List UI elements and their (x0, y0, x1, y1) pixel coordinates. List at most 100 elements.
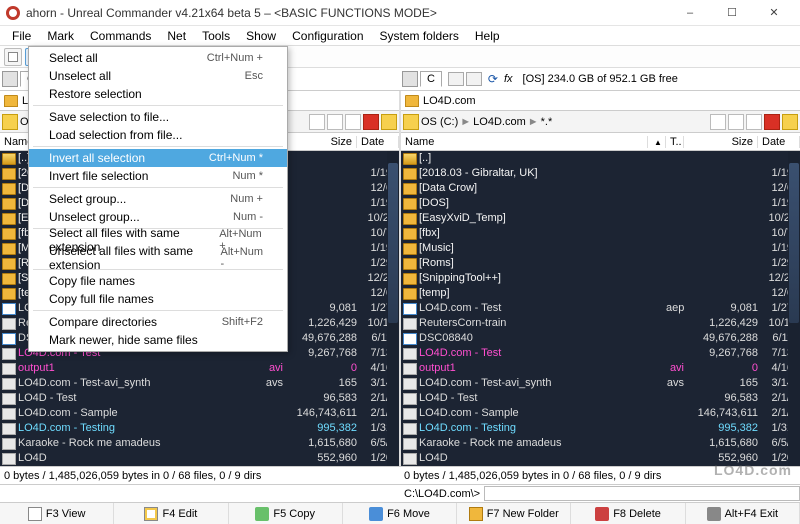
menu-item-unselect-all-files-with-same-extension[interactable]: Unselect all files with same extensionAl… (29, 249, 287, 267)
menu-item-unselect-group-[interactable]: Unselect group...Num - (29, 208, 287, 226)
file-row[interactable]: [DOS]1/19/ (401, 196, 800, 211)
file-row[interactable]: DSC0884049,676,2886/11/ (401, 331, 800, 346)
file-row[interactable]: LO4D.com - Test-avi_synthavs1653/14/ (0, 376, 399, 391)
col-date[interactable]: Date (357, 136, 399, 148)
file-row[interactable]: ReutersCorn-train1,226,42910/18 (401, 316, 800, 331)
file-row[interactable]: LO4D.com - Sample146,743,6112/1/2 (401, 406, 800, 421)
col-date[interactable]: Date (758, 136, 800, 148)
file-row[interactable]: LO4D - Test96,5832/1/2 (401, 391, 800, 406)
menu-item-load-selection-from-file-[interactable]: Load selection from file... (29, 126, 287, 144)
folder-tab[interactable]: LO4D.com (401, 91, 800, 111)
file-row[interactable]: [Roms]1/29/ (401, 256, 800, 271)
col-size[interactable]: Size (283, 136, 357, 148)
file-row[interactable]: [SnippingTool++]12/23 (401, 271, 800, 286)
fkey-new[interactable]: F7 New Folder (457, 503, 571, 524)
file-row[interactable]: output1avi04/16/ (0, 361, 399, 376)
scroll-thumb[interactable] (388, 163, 398, 323)
file-row[interactable]: LO4D552,9601/20/ (0, 451, 399, 466)
file-row[interactable]: LO4D.com - Test9,267,7687/13/ (401, 346, 800, 361)
drive-icon[interactable] (402, 71, 418, 87)
close-button[interactable]: ✕ (754, 3, 794, 23)
file-row[interactable]: LO4D - Test96,5832/1/2 (0, 391, 399, 406)
fkey-copy[interactable]: F5 Copy (229, 503, 343, 524)
drive-tab-c[interactable]: C (420, 71, 442, 87)
menu-item-copy-full-file-names[interactable]: Copy full file names (29, 290, 287, 308)
menu-help[interactable]: Help (467, 27, 508, 45)
file-row[interactable]: [fbx]10/7/ (401, 226, 800, 241)
pane-button[interactable] (782, 114, 798, 130)
file-row[interactable]: LO4D.com - Testing995,3821/31/ (401, 421, 800, 436)
pane-button[interactable] (363, 114, 379, 130)
file-row[interactable]: [Data Crow]12/6/ (401, 181, 800, 196)
toolbar-icon[interactable] (466, 72, 482, 86)
file-row[interactable]: LO4D.com - Test-avi_synthavs1653/14/ (401, 376, 800, 391)
scrollbar[interactable] (788, 151, 800, 466)
pane-button[interactable] (309, 114, 325, 130)
file-row[interactable]: [EasyXviD_Temp]10/27 (401, 211, 800, 226)
pane-button[interactable] (764, 114, 780, 130)
menu-item-save-selection-to-file-[interactable]: Save selection to file... (29, 108, 287, 126)
menu-mark[interactable]: Mark (39, 27, 82, 45)
pane-button[interactable] (746, 114, 762, 130)
col-size[interactable]: Size (684, 136, 758, 148)
col-type[interactable]: ▲ (648, 136, 666, 148)
crumb[interactable]: OS (C:) (421, 116, 458, 128)
col-t[interactable]: T.. (666, 136, 684, 148)
file-row[interactable]: [Music]1/19/ (401, 241, 800, 256)
fkey-del[interactable]: F8 Delete (571, 503, 685, 524)
scroll-thumb[interactable] (789, 163, 799, 323)
cmd-input[interactable] (484, 486, 800, 501)
breadcrumb[interactable]: OS (C:) ► LO4D.com ► *.* (421, 116, 708, 128)
file-row[interactable]: Karaoke - Rock me amadeus1,615,6806/5/2 (401, 436, 800, 451)
refresh-icon[interactable]: ⟳ (486, 72, 500, 86)
menu-net[interactable]: Net (159, 27, 194, 45)
file-row[interactable]: [..] (401, 151, 800, 166)
menu-show[interactable]: Show (238, 27, 284, 45)
crumb[interactable]: LO4D.com (473, 116, 526, 128)
toolbar-icon[interactable] (448, 72, 464, 86)
file-row[interactable]: [temp]12/6/ (401, 286, 800, 301)
menu-item-invert-file-selection[interactable]: Invert file selectionNum * (29, 167, 287, 185)
menu-system-folders[interactable]: System folders (372, 27, 467, 45)
menu-commands[interactable]: Commands (82, 27, 159, 45)
file-row[interactable]: LO4D.com - Testaep9,0811/27/ (401, 301, 800, 316)
fkey-view[interactable]: F3 View (0, 503, 114, 524)
minimize-button[interactable]: – (670, 3, 710, 23)
menu-item-copy-file-names[interactable]: Copy file names (29, 272, 287, 290)
col-name[interactable]: Name (401, 136, 648, 148)
file-list-right[interactable]: [..][2018.03 - Gibraltar, UK]1/19/[Data … (401, 151, 800, 466)
maximize-button[interactable]: ☐ (712, 3, 752, 23)
menu-item-mark-newer-hide-same-files[interactable]: Mark newer, hide same files (29, 331, 287, 349)
menu-item-restore-selection[interactable]: Restore selection (29, 85, 287, 103)
pane-button[interactable] (327, 114, 343, 130)
pane-button[interactable] (345, 114, 361, 130)
toolbar-button[interactable] (4, 48, 22, 66)
scrollbar[interactable] (387, 151, 399, 466)
pane-button[interactable] (381, 114, 397, 130)
file-row[interactable]: LO4D.com - Testing995,3821/31/ (0, 421, 399, 436)
menu-item-compare-directories[interactable]: Compare directoriesShift+F2 (29, 313, 287, 331)
menu-file[interactable]: File (4, 27, 39, 45)
menu-item-unselect-all[interactable]: Unselect allEsc (29, 67, 287, 85)
pane-button[interactable] (728, 114, 744, 130)
list-header[interactable]: Name ▲ T.. Size Date (401, 133, 800, 151)
menu-tools[interactable]: Tools (194, 27, 238, 45)
nav-button[interactable] (403, 114, 419, 130)
file-ext: avi (265, 361, 283, 376)
mark-menu[interactable]: Select allCtrl+Num +Unselect allEscResto… (28, 46, 288, 352)
menu-item-select-all[interactable]: Select allCtrl+Num + (29, 49, 287, 67)
fkey-exit[interactable]: Alt+F4 Exit (686, 503, 800, 524)
file-row[interactable]: [2018.03 - Gibraltar, UK]1/19/ (401, 166, 800, 181)
file-row[interactable]: LO4D.com - Sample146,743,6112/1/2 (0, 406, 399, 421)
drive-icon[interactable] (2, 71, 18, 87)
menu-item-invert-all-selection[interactable]: Invert all selectionCtrl+Num * (29, 149, 287, 167)
menu-configuration[interactable]: Configuration (284, 27, 371, 45)
pane-button[interactable] (710, 114, 726, 130)
menu-item-select-group-[interactable]: Select group...Num + (29, 190, 287, 208)
nav-button[interactable] (2, 114, 18, 130)
fkey-edit[interactable]: F4 Edit (114, 503, 228, 524)
fkey-move[interactable]: F6 Move (343, 503, 457, 524)
file-row[interactable]: LO4D552,9601/20/ (401, 451, 800, 466)
file-row[interactable]: Karaoke - Rock me amadeus1,615,6806/5/2 (0, 436, 399, 451)
file-row[interactable]: output1avi04/16/ (401, 361, 800, 376)
